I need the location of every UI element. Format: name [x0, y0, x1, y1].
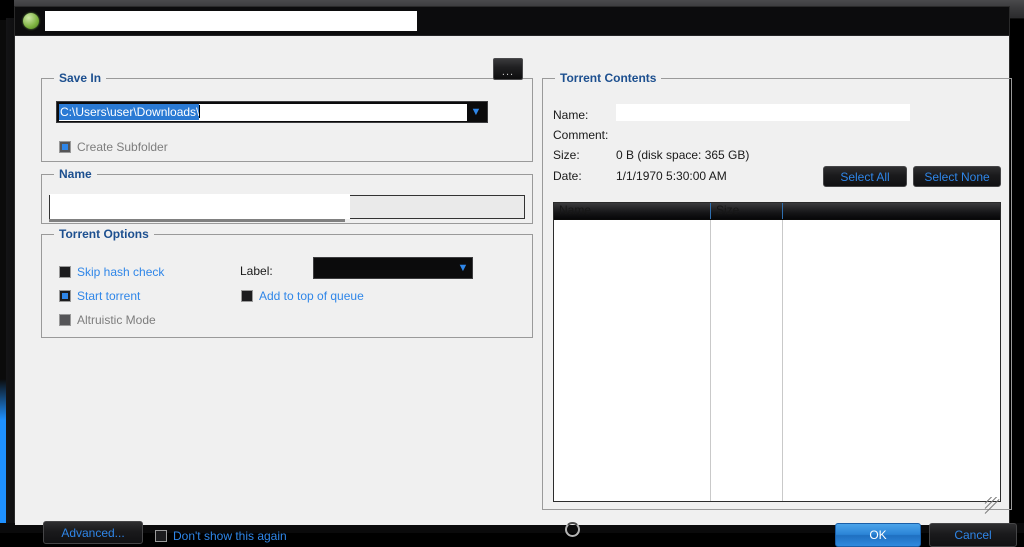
- name-value-redaction: [50, 194, 350, 219]
- dialog-body: Save In C:\Users\user\Downloads\ ▼ ... C…: [15, 36, 1017, 547]
- dialog-titlebar[interactable]: [15, 7, 1009, 36]
- dialog-title-redaction: [45, 11, 417, 31]
- chevron-down-icon[interactable]: ▼: [467, 106, 485, 118]
- create-subfolder-checkbox[interactable]: [59, 141, 71, 153]
- select-all-button[interactable]: Select All: [823, 166, 907, 187]
- dont-show-again-label: Don't show this again: [173, 529, 287, 543]
- utorrent-app-icon: [23, 13, 39, 29]
- add-to-top-of-queue-label: Add to top of queue: [259, 289, 364, 303]
- column-header-size[interactable]: Size: [710, 203, 782, 219]
- column-header-name[interactable]: Name: [554, 203, 710, 219]
- skip-hash-check-row[interactable]: Skip hash check: [59, 265, 164, 279]
- start-torrent-row[interactable]: Start torrent: [59, 289, 140, 303]
- contents-size-value: 0 B (disk space: 365 GB): [616, 148, 750, 162]
- torrent-options-group-title: Torrent Options: [54, 227, 154, 241]
- select-none-button[interactable]: Select None: [913, 166, 1001, 187]
- torrent-contents-group-title: Torrent Contents: [555, 71, 662, 85]
- contents-date-value: 1/1/1970 5:30:00 AM: [616, 169, 727, 183]
- label-caption: Label:: [240, 264, 273, 278]
- ok-button[interactable]: OK: [835, 523, 921, 547]
- file-list-body: [554, 220, 1000, 501]
- start-torrent-checkbox[interactable]: [59, 290, 71, 302]
- dont-show-again-checkbox[interactable]: [155, 530, 167, 542]
- dont-show-again-row[interactable]: Don't show this again: [155, 529, 287, 543]
- contents-size-key: Size:: [553, 148, 580, 162]
- contents-name-value-redaction: [616, 104, 910, 121]
- label-dropdown[interactable]: ▼: [313, 257, 473, 279]
- save-path-combo[interactable]: C:\Users\user\Downloads\ ▼: [56, 101, 488, 123]
- column-divider: [782, 220, 783, 501]
- add-to-top-of-queue-row[interactable]: Add to top of queue: [241, 289, 364, 303]
- skip-hash-check-checkbox[interactable]: [59, 266, 71, 278]
- name-field-underline: [49, 219, 345, 222]
- skip-hash-check-label: Skip hash check: [77, 265, 165, 279]
- loading-spinner-icon: [565, 522, 580, 537]
- altruistic-mode-label: Altruistic Mode: [77, 313, 156, 327]
- save-path-input[interactable]: C:\Users\user\Downloads\: [59, 103, 467, 121]
- resize-grip[interactable]: [981, 497, 1007, 523]
- text-caret: [199, 104, 201, 118]
- file-list-header: Name Size: [554, 203, 1000, 220]
- chevron-down-icon[interactable]: ▼: [454, 262, 472, 274]
- altruistic-mode-checkbox[interactable]: [59, 314, 71, 326]
- column-divider: [710, 220, 711, 501]
- save-in-group-title: Save In: [54, 71, 107, 85]
- start-torrent-label: Start torrent: [77, 289, 141, 303]
- contents-name-key: Name:: [553, 108, 589, 122]
- browse-button[interactable]: ...: [493, 58, 523, 80]
- column-header-extra[interactable]: [782, 203, 1000, 219]
- altruistic-mode-row[interactable]: Altruistic Mode: [59, 313, 156, 327]
- contents-comment-key: Comment:: [553, 128, 609, 142]
- create-subfolder-label: Create Subfolder: [77, 140, 168, 154]
- cancel-button[interactable]: Cancel: [929, 523, 1017, 547]
- contents-date-key: Date:: [553, 169, 582, 183]
- torrent-name-input[interactable]: [49, 194, 525, 219]
- create-subfolder-checkbox-row[interactable]: Create Subfolder: [59, 140, 168, 154]
- save-path-value: C:\Users\user\Downloads\: [59, 103, 200, 120]
- add-torrent-dialog: Save In C:\Users\user\Downloads\ ▼ ... C…: [14, 6, 1017, 547]
- add-to-top-of-queue-checkbox[interactable]: [241, 290, 253, 302]
- torrent-file-list[interactable]: Name Size: [553, 202, 1001, 502]
- name-group-title: Name: [54, 167, 97, 181]
